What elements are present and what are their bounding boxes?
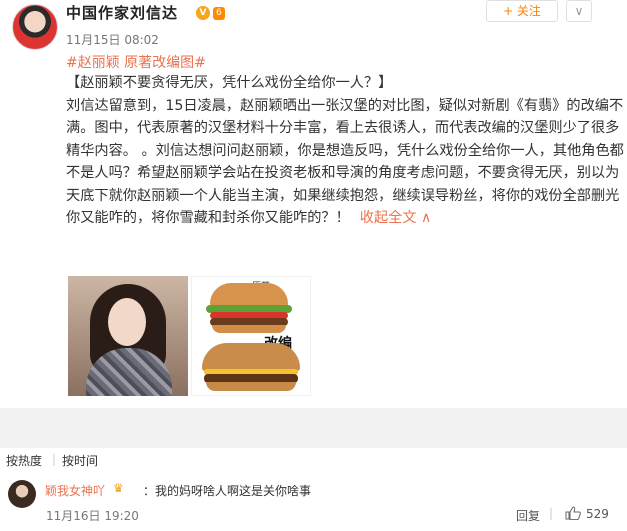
burger-adapted-bun [202, 343, 300, 371]
author-avatar[interactable] [12, 4, 58, 50]
commenter-name[interactable]: 颖我女神吖 [45, 482, 105, 499]
like-count: 529 [586, 507, 609, 521]
more-options-button[interactable]: ∨ [566, 0, 592, 22]
post-images: 原著 改编 [68, 276, 311, 396]
vip-badge-icon: V [196, 6, 210, 20]
burger-adapted-bottom-bun [206, 382, 296, 391]
comment-item: 颖我女神吖 ♛ ：我的妈呀啥人啊这是关你啥事 11月16日 19:20 回复 |… [0, 476, 627, 531]
topic-tags[interactable]: #赵丽颖 原著改编图# [66, 52, 206, 72]
burger-original-bun [210, 283, 288, 307]
post-body: 刘信达留意到，15日凌晨，赵丽颖晒出一张汉堡的对比图，疑似对新剧《有翡》的改编不… [66, 97, 624, 227]
comment-time: 11月16日 19:20 [46, 509, 139, 523]
author-badges: V 6 [196, 6, 225, 20]
tab-sort-by-hot[interactable]: 按热度 [6, 452, 42, 469]
crown-badge-icon: ♛ [113, 481, 124, 495]
section-divider [0, 408, 627, 448]
post-headline: 【赵丽颖不要贪得无厌，凭什么戏份全给你一人？】 [66, 75, 393, 91]
tab-sort-by-time[interactable]: 按时间 [62, 452, 98, 469]
comment-text: ：我的妈呀啥人啊这是关你啥事 [143, 484, 312, 498]
follow-button[interactable]: + 关注 [486, 0, 558, 22]
post-image-portrait[interactable] [68, 276, 188, 396]
post-image-burgers[interactable]: 原著 改编 [191, 276, 311, 396]
reply-button[interactable]: 回复 [516, 507, 540, 524]
burger-original-bottom-bun [212, 325, 286, 333]
commenter-avatar[interactable] [8, 480, 36, 508]
weibo-post: 中国作家刘信达 V 6 + 关注 ∨ 11月15日 08:02 #赵丽颖 原著改… [0, 0, 627, 420]
post-content: 【赵丽颖不要贪得无厌，凭什么戏份全给你一人？】 刘信达留意到，15日凌晨，赵丽颖… [66, 72, 627, 230]
portrait-face [108, 298, 146, 346]
level-badge-icon: 6 [213, 6, 225, 20]
collapse-link[interactable]: 收起全文 ∧ [360, 210, 432, 226]
post-time[interactable]: 11月15日 08:02 [66, 31, 159, 48]
author-name[interactable]: 中国作家刘信达 [66, 2, 178, 23]
action-separator: | [549, 506, 554, 520]
thumbs-up-icon[interactable] [565, 506, 581, 520]
comment-sort-tabs: 按热度 | 按时间 [0, 452, 627, 470]
tab-separator: | [52, 452, 57, 466]
